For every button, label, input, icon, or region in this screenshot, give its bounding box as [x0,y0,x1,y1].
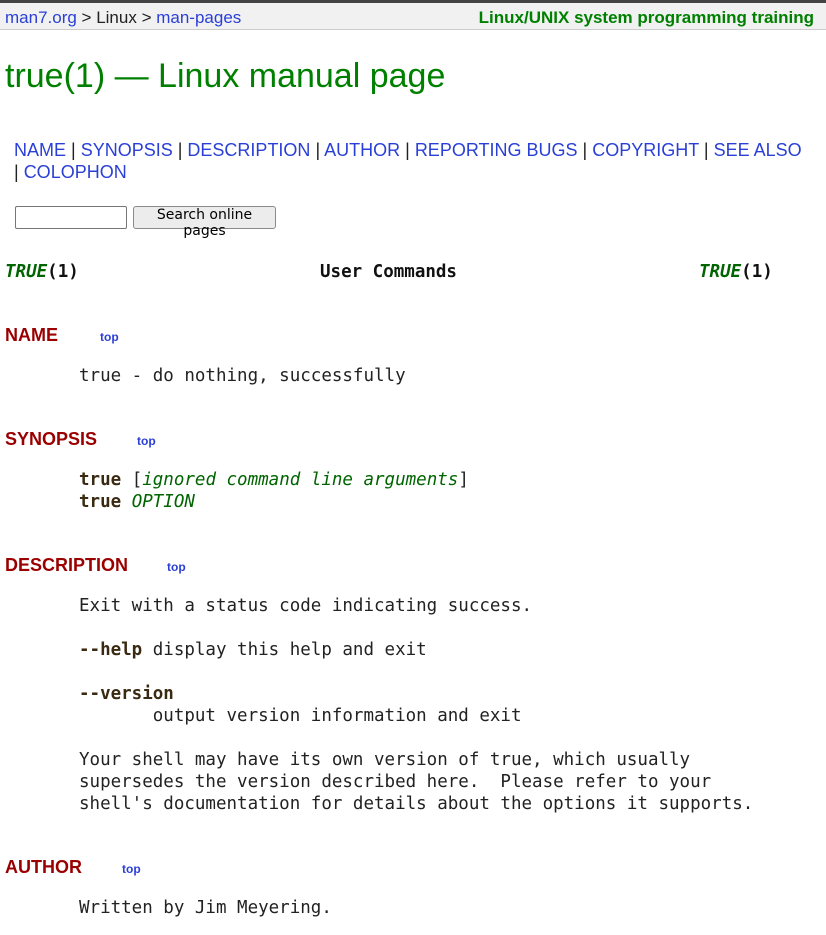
man-header-left: TRUE(1) [5,261,79,283]
nav-separator: | [66,140,81,160]
help-option: --help display this help and exit [79,639,427,661]
top-bar: man7.org > Linux > man-pages Linux/UNIX … [0,0,826,30]
synopsis-line-2: true OPTION [79,491,195,513]
top-link[interactable]: top [137,434,156,448]
version-option-text: output version information and exit [79,706,522,726]
breadcrumb-separator: > [76,8,97,27]
shell-note-line-1: Your shell may have its own version of t… [79,750,691,770]
top-link[interactable]: top [167,560,186,574]
help-option-text: display this help and exit [142,640,427,660]
version-option-name: --version [79,684,174,704]
section-heading-name: NAME [5,325,58,345]
nav-link-synopsis[interactable]: SYNOPSIS [81,140,173,160]
synopsis-bracket: [ [121,470,143,490]
synopsis-bracket: ] [458,470,469,490]
search-input[interactable] [15,206,127,229]
nav-separator: | [400,140,415,160]
nav-link-name[interactable]: NAME [14,140,66,160]
breadcrumb-separator: > [136,8,157,27]
section-heading-description: DESCRIPTION [5,555,129,575]
page-title: true(1) — Linux manual page [5,57,446,95]
breadcrumb: man7.org > Linux > man-pages [5,8,241,28]
synopsis-argument: ignored command line arguments [142,470,459,490]
nav-link-copyright[interactable]: COPYRIGHT [592,140,699,160]
synopsis-command: true [79,492,122,512]
nav-separator: | [14,162,24,182]
synopsis-command: true [79,470,122,490]
nav-link-colophon[interactable]: COLOPHON [24,162,127,182]
man-header-right-name: TRUE [699,262,742,282]
description-text: Exit with a status code indicating succe… [79,596,533,616]
breadcrumb-linux: Linux [96,8,137,27]
man-header-left-name: TRUE [5,262,48,282]
nav-separator: | [698,140,714,160]
man-header-center: User Commands [320,262,457,282]
nav-link-description[interactable]: DESCRIPTION [187,140,310,160]
shell-note-line-2: supersedes the version described here. P… [79,772,712,792]
section-nav: NAME | SYNOPSIS | DESCRIPTION | AUTHOR |… [14,139,814,183]
top-link[interactable]: top [100,330,119,344]
man-header-left-section: (1) [47,262,79,282]
top-link[interactable]: top [122,862,141,876]
synopsis-line-1: true [ignored command line arguments] [79,469,469,491]
nav-separator: | [577,140,593,160]
nav-link-author[interactable]: AUTHOR [324,140,400,160]
section-heading-author: AUTHOR [5,857,82,877]
breadcrumb-home-link[interactable]: man7.org [5,8,77,27]
synopsis-space [121,492,132,512]
breadcrumb-manpages-link[interactable]: man-pages [156,8,241,27]
training-link[interactable]: Linux/UNIX system programming training [479,8,814,28]
help-option-name: --help [79,640,143,660]
man-header-right: TRUE(1) [699,261,773,283]
shell-note-line-3: shell's documentation for details about … [79,794,754,814]
nav-separator: | [172,140,188,160]
nav-link-see-also[interactable]: SEE ALSO [714,140,802,160]
man-header-right-section: (1) [741,262,773,282]
author-text: Written by Jim Meyering. [79,898,332,918]
synopsis-option: OPTION [131,492,195,512]
section-heading-synopsis: SYNOPSIS [5,429,98,449]
nav-separator: | [310,140,325,160]
nav-link-reporting-bugs[interactable]: REPORTING BUGS [415,140,578,160]
search-button[interactable]: Search online pages [133,206,276,239]
name-text: true - do nothing, successfully [79,366,406,386]
